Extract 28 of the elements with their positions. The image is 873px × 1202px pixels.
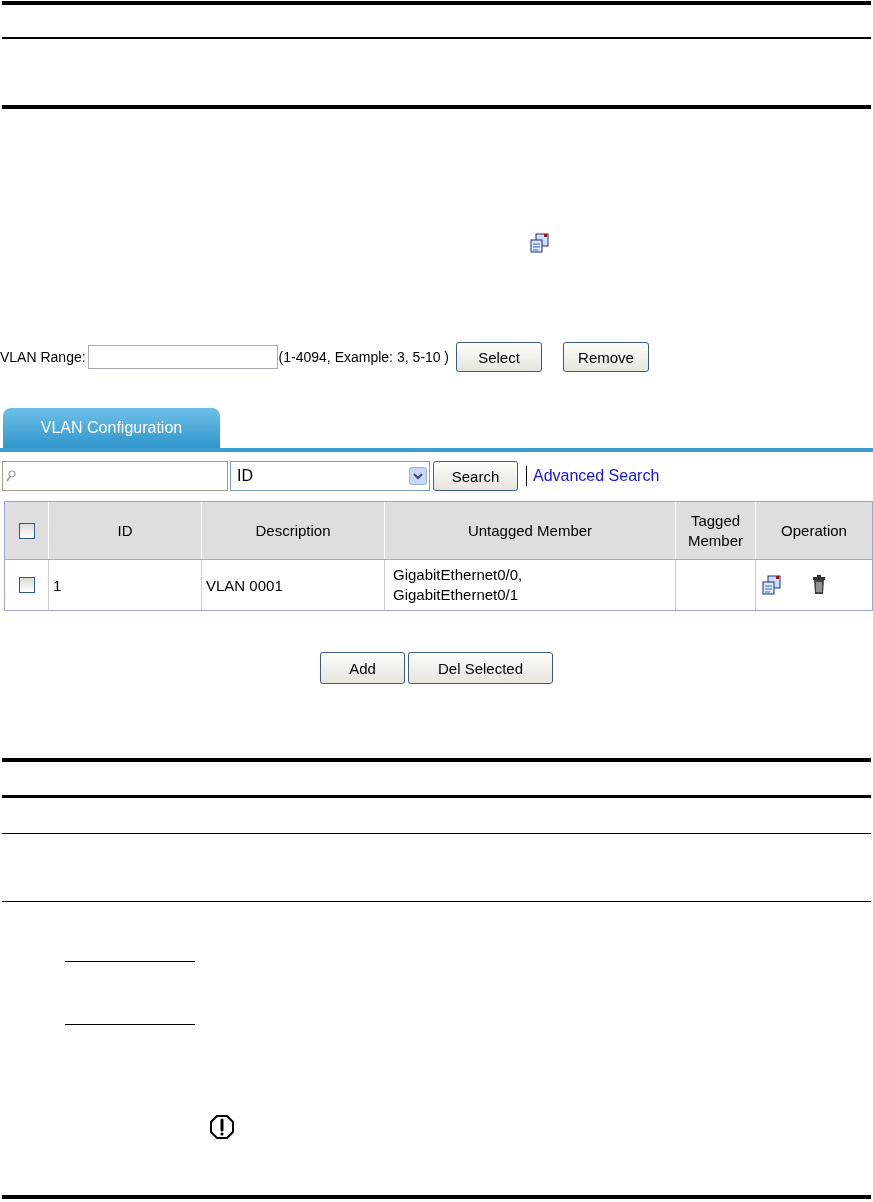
search-button[interactable]: Search [433, 461, 518, 491]
column-header: Description [202, 502, 385, 559]
edit-icon[interactable] [762, 575, 782, 595]
range-button[interactable]: Select [456, 342, 543, 372]
advanced-search-link[interactable]: Advanced Search [533, 467, 660, 485]
warning-icon [209, 1114, 235, 1140]
search-icon [6, 470, 16, 482]
table-cell: GigabitEthernet0/1 [393, 585, 519, 605]
select-all-checkbox[interactable] [18, 522, 35, 539]
search-field[interactable] [2, 461, 228, 491]
table-cell: 1 [49, 560, 202, 610]
trash-icon[interactable] [812, 575, 826, 595]
column-header: Untagged Member [385, 502, 676, 559]
column-header: Operation [780, 520, 848, 541]
vlan-range-field[interactable] [87, 345, 278, 369]
range-hint: (1-4094, Example: 3, 5-10 ) [278, 349, 450, 365]
dropdown-icon [409, 467, 427, 485]
table-cell: GigabitEthernet0/0, [393, 565, 523, 585]
column-header: Tagged Member [676, 502, 756, 559]
edit-icon [530, 233, 550, 253]
field-select[interactable]: ID [230, 461, 430, 491]
action-button[interactable]: Add [320, 652, 405, 684]
vlan-range-label: VLAN Range: [0, 349, 86, 365]
range-button[interactable]: Remove [563, 342, 650, 372]
action-button[interactable]: Del Selected [408, 652, 553, 684]
table-cell: VLAN 0001 [202, 560, 385, 610]
row-checkbox[interactable] [18, 577, 35, 593]
column-header: ID [49, 502, 202, 559]
